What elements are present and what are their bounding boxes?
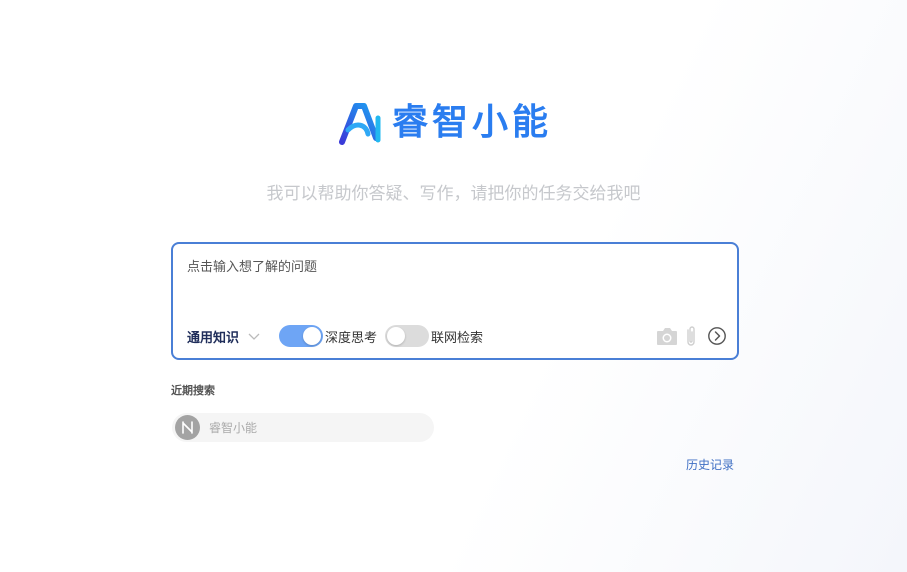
question-input[interactable]	[187, 256, 717, 306]
recent-search-item[interactable]: 睿智小能	[172, 413, 434, 442]
camera-icon[interactable]	[655, 325, 679, 347]
question-input-box: 通用知识 深度思考 联网检索	[171, 242, 739, 360]
web-search-toggle[interactable]	[385, 325, 430, 347]
toggle-knob	[303, 327, 322, 345]
knowledge-base-label: 通用知识	[187, 330, 240, 346]
brand-logo: 睿智小能	[338, 100, 552, 146]
n-logo-icon	[175, 415, 200, 440]
web-search-label: 联网检索	[431, 330, 484, 346]
recent-search-label: 睿智小能	[209, 421, 258, 435]
history-link[interactable]: 历史记录	[686, 456, 734, 473]
recent-searches-title: 近期搜索	[171, 384, 215, 397]
deep-thinking-label: 深度思考	[325, 330, 378, 346]
input-toolbar: 通用知识 深度思考 联网检索	[187, 324, 727, 348]
knowledge-base-select[interactable]: 通用知识	[187, 327, 261, 346]
chevron-down-icon	[248, 333, 260, 340]
input-tools	[655, 324, 727, 348]
send-arrow-icon[interactable]	[707, 326, 727, 346]
ai-logo-icon	[339, 103, 381, 145]
paperclip-icon[interactable]	[683, 325, 699, 347]
toggle-knob	[387, 327, 406, 345]
deep-thinking-toggle[interactable]	[279, 325, 324, 347]
brand-name: 睿智小能	[392, 102, 553, 143]
page-subtitle: 我可以帮助你答疑、写作，请把你的任务交给我吧	[266, 184, 641, 204]
